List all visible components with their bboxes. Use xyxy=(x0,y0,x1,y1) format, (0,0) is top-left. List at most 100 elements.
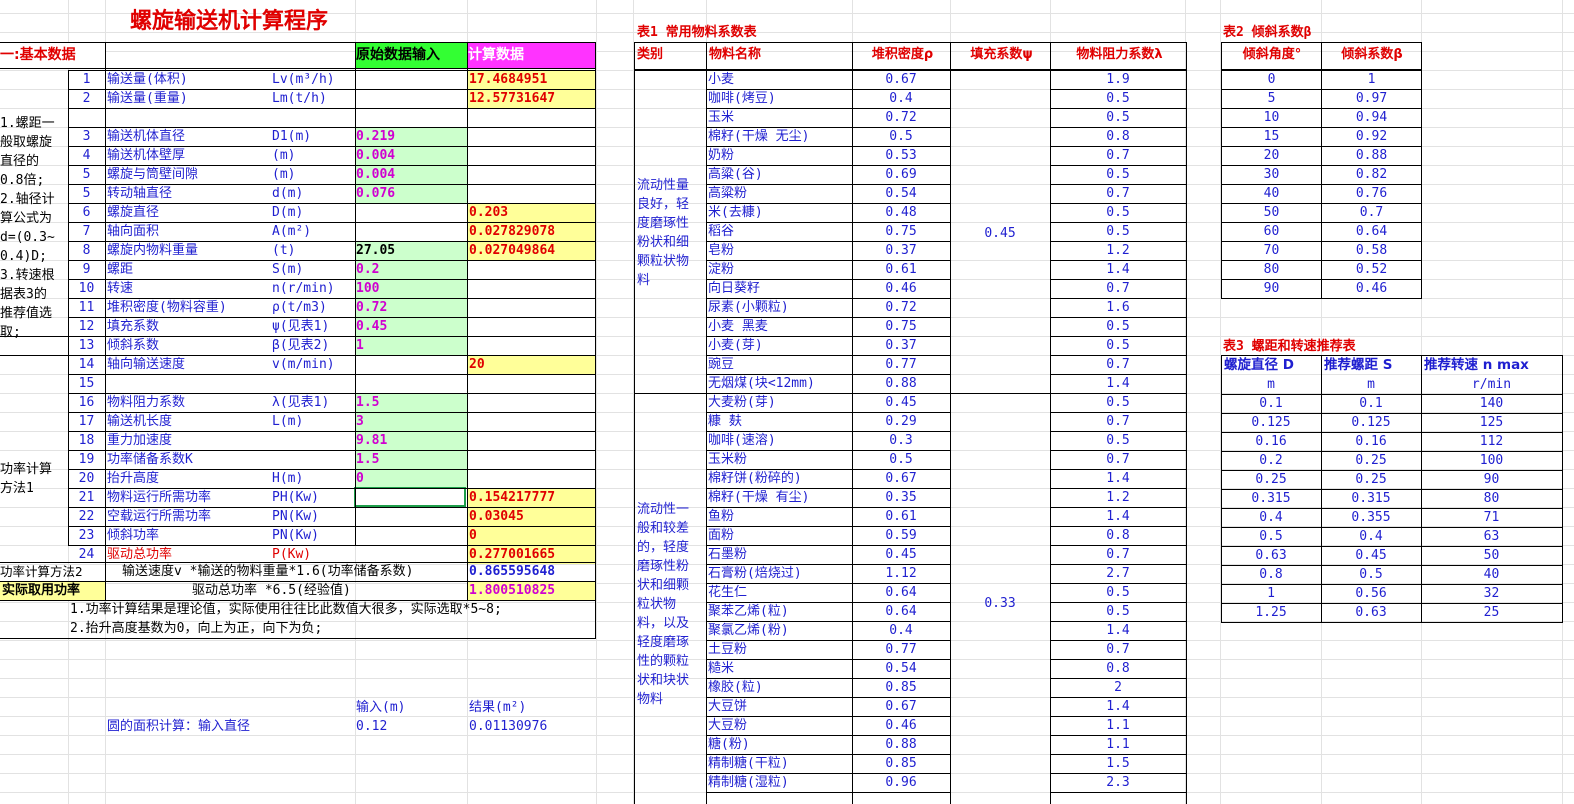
param-result xyxy=(469,336,595,355)
border-line xyxy=(706,754,950,755)
border-line xyxy=(1050,431,1186,432)
material-name: 向日葵籽 xyxy=(708,281,761,296)
param-input[interactable]: 0.004 xyxy=(356,165,466,184)
border-line xyxy=(68,241,596,242)
row-number: 5 xyxy=(82,167,91,182)
param-input[interactable]: 27.05 xyxy=(356,241,466,260)
param-input[interactable] xyxy=(356,222,466,241)
selected-cell[interactable] xyxy=(354,487,466,507)
param-label: 倾斜功率 xyxy=(107,528,160,543)
border-line xyxy=(1050,716,1186,717)
param-result xyxy=(469,127,595,146)
border-line xyxy=(1050,735,1186,736)
side-note-line: 功率计算 xyxy=(0,462,53,477)
param-label: 物料运行所需功率 xyxy=(107,490,212,505)
param-input[interactable]: 0.72 xyxy=(356,298,466,317)
param-label: 转动轴直径 xyxy=(107,186,173,201)
material-resistance: 0.7 xyxy=(1106,452,1130,467)
group2-fill: 0.33 xyxy=(984,596,1016,611)
material-name: 淀粉 xyxy=(708,262,735,277)
group1-desc-line: 粉状和细 xyxy=(637,235,690,250)
material-resistance: 0.5 xyxy=(1106,395,1130,410)
border-line xyxy=(1221,451,1562,452)
material-resistance: 1.6 xyxy=(1106,300,1130,315)
table3-value: 100 xyxy=(1479,453,1504,468)
param-label: 输送机体直径 xyxy=(107,129,186,144)
border-line xyxy=(0,581,596,582)
row-number: 18 xyxy=(78,433,95,448)
border-line xyxy=(706,355,950,356)
param-input[interactable] xyxy=(356,526,466,545)
border-line xyxy=(1050,184,1186,185)
material-resistance: 1.4 xyxy=(1106,623,1130,638)
param-input[interactable] xyxy=(356,374,466,393)
border-line xyxy=(706,431,950,432)
border-line xyxy=(634,393,1186,394)
border-line xyxy=(1050,488,1186,489)
param-input[interactable] xyxy=(356,89,466,108)
param-input[interactable] xyxy=(356,355,466,374)
border-line xyxy=(1050,279,1186,280)
border-line xyxy=(68,488,596,489)
tilt-angle: 60 xyxy=(1263,224,1280,239)
side-note-line: 取; xyxy=(0,325,21,340)
param-input[interactable] xyxy=(356,507,466,526)
tilt-angle: 10 xyxy=(1263,110,1280,125)
param-input[interactable]: 1.5 xyxy=(356,393,466,412)
border-line xyxy=(105,42,106,600)
border-line xyxy=(1050,564,1186,565)
material-name: 大麦粉(芽) xyxy=(708,395,776,410)
param-symbol: PN(Kw) xyxy=(272,528,319,543)
param-input[interactable]: 0.219 xyxy=(356,127,466,146)
material-name: 玉米 xyxy=(708,110,735,125)
table3-header: 螺旋直径 D xyxy=(1224,357,1294,373)
material-density: 0.3 xyxy=(889,433,913,448)
param-input[interactable] xyxy=(356,203,466,222)
border-line xyxy=(1050,621,1186,622)
table2-title: 表2 倾斜系数β xyxy=(1223,25,1312,40)
row-number: 15 xyxy=(78,376,95,391)
material-density: 0.96 xyxy=(885,775,917,790)
border-line xyxy=(706,203,950,204)
param-input[interactable]: 1 xyxy=(356,336,466,355)
material-density: 0.46 xyxy=(885,718,917,733)
material-name: 高粱粉 xyxy=(708,186,748,201)
param-input[interactable]: 0.076 xyxy=(356,184,466,203)
material-density: 0.64 xyxy=(885,604,917,619)
material-resistance: 1.1 xyxy=(1106,737,1130,752)
group1-desc-line: 颗粒状物 xyxy=(637,254,690,269)
material-name: 鱼粉 xyxy=(708,509,735,524)
param-symbol xyxy=(272,431,357,450)
param-label: 输送机长度 xyxy=(107,414,173,429)
param-label: 转速 xyxy=(107,281,134,296)
param-input[interactable]: 0.2 xyxy=(356,260,466,279)
border-line xyxy=(1221,470,1562,471)
circle-input[interactable]: 0.12 xyxy=(356,717,466,736)
param-input[interactable] xyxy=(356,70,466,89)
border-line xyxy=(68,70,596,71)
border-line xyxy=(1221,527,1562,528)
border-line xyxy=(68,393,596,394)
material-density: 0.54 xyxy=(885,661,917,676)
table3-value: 0.125 xyxy=(1251,415,1291,430)
param-input[interactable]: 9.81 xyxy=(356,431,466,450)
param-input[interactable]: 3 xyxy=(356,412,466,431)
param-input[interactable]: 0 xyxy=(356,469,466,488)
border-line xyxy=(0,336,68,337)
material-resistance: 1.4 xyxy=(1106,471,1130,486)
border-line xyxy=(1050,412,1186,413)
method2-result: 0.865595648 xyxy=(469,564,556,579)
param-input[interactable]: 0.004 xyxy=(356,146,466,165)
param-input[interactable]: 1.5 xyxy=(356,450,466,469)
table3-value: 0.16 xyxy=(1355,434,1387,449)
param-input[interactable]: 100 xyxy=(356,279,466,298)
param-input[interactable]: 0.45 xyxy=(356,317,466,336)
border-line xyxy=(706,640,950,641)
material-resistance: 1.1 xyxy=(1106,718,1130,733)
material-density: 0.77 xyxy=(885,357,917,372)
border-line xyxy=(706,42,707,804)
material-resistance: 0.7 xyxy=(1106,357,1130,372)
param-symbol: S(m) xyxy=(272,262,304,277)
param-label: 堆积密度(物料容重) xyxy=(107,300,227,315)
border-line xyxy=(1321,355,1322,623)
